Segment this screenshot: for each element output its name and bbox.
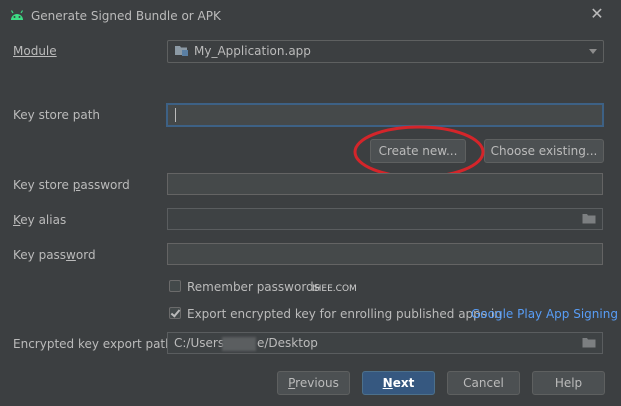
export-key-checkbox[interactable]	[169, 307, 181, 319]
watermark: IHEE.COM	[312, 284, 357, 294]
remember-passwords-checkbox[interactable]	[169, 280, 181, 292]
title-bar: Generate Signed Bundle or APK ✕	[0, 0, 621, 32]
export-path-prefix: C:/Users	[174, 336, 225, 350]
key-password-label: Key password	[13, 248, 96, 262]
module-value: My_Application.app	[194, 44, 311, 58]
key-store-password-label: Key store password	[13, 178, 130, 192]
key-alias-input[interactable]	[167, 208, 603, 230]
chevron-down-icon	[589, 49, 597, 54]
window-title: Generate Signed Bundle or APK	[31, 9, 221, 23]
close-icon[interactable]: ✕	[588, 5, 606, 23]
module-select[interactable]: My_Application.app	[167, 40, 604, 63]
redacted-username	[222, 337, 256, 351]
folder-icon[interactable]	[582, 213, 596, 227]
cancel-button[interactable]: Cancel	[447, 371, 520, 395]
folder-icon[interactable]	[582, 337, 596, 351]
export-key-label: Export encrypted key for enrolling publi…	[187, 307, 502, 321]
key-alias-label: Key alias	[13, 213, 67, 227]
module-folder-icon	[174, 44, 189, 60]
previous-button[interactable]: Previous	[277, 371, 350, 395]
key-store-password-input[interactable]	[167, 173, 603, 195]
next-button[interactable]: Next	[362, 371, 435, 395]
google-play-signing-link[interactable]: Google Play App Signing	[471, 307, 618, 321]
remember-passwords-label: Remember passwords	[187, 280, 320, 294]
annotation-ellipse	[353, 125, 485, 179]
export-path-suffix: e/Desktop	[257, 336, 318, 350]
export-path-label: Encrypted key export path	[13, 337, 173, 351]
text-caret	[175, 108, 176, 122]
android-icon	[9, 8, 25, 25]
key-password-input[interactable]	[167, 243, 603, 265]
choose-existing-button[interactable]: Choose existing...	[484, 139, 604, 163]
key-store-path-label: Key store path	[13, 108, 101, 122]
help-button[interactable]: Help	[532, 371, 605, 395]
module-label: Module	[13, 44, 57, 58]
